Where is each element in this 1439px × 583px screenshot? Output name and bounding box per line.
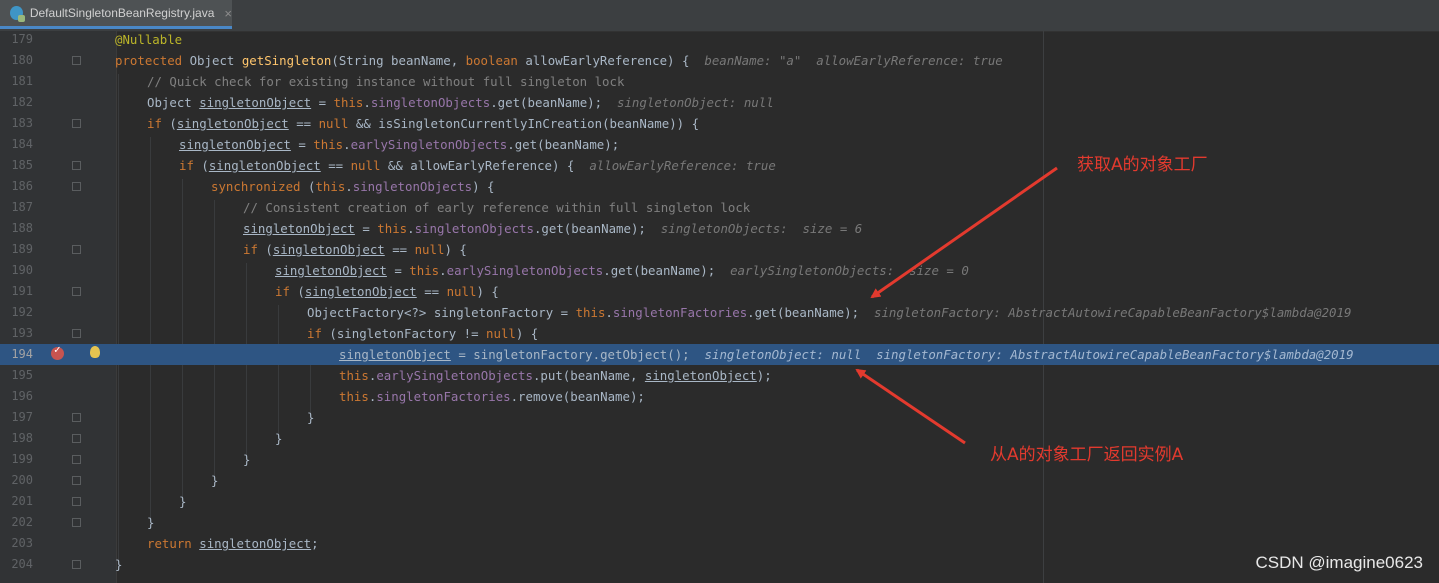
watermark: CSDN @imagine0623 bbox=[1255, 553, 1423, 572]
annotation-return-instance: 从A的对象工厂返回实例A bbox=[990, 445, 1184, 465]
arrow-to-get-factory bbox=[870, 166, 1058, 299]
annotation-get-factory: 获取A的对象工厂 bbox=[1077, 155, 1208, 175]
annotation-arrows bbox=[855, 166, 1058, 445]
arrow-to-get-object bbox=[855, 368, 966, 445]
